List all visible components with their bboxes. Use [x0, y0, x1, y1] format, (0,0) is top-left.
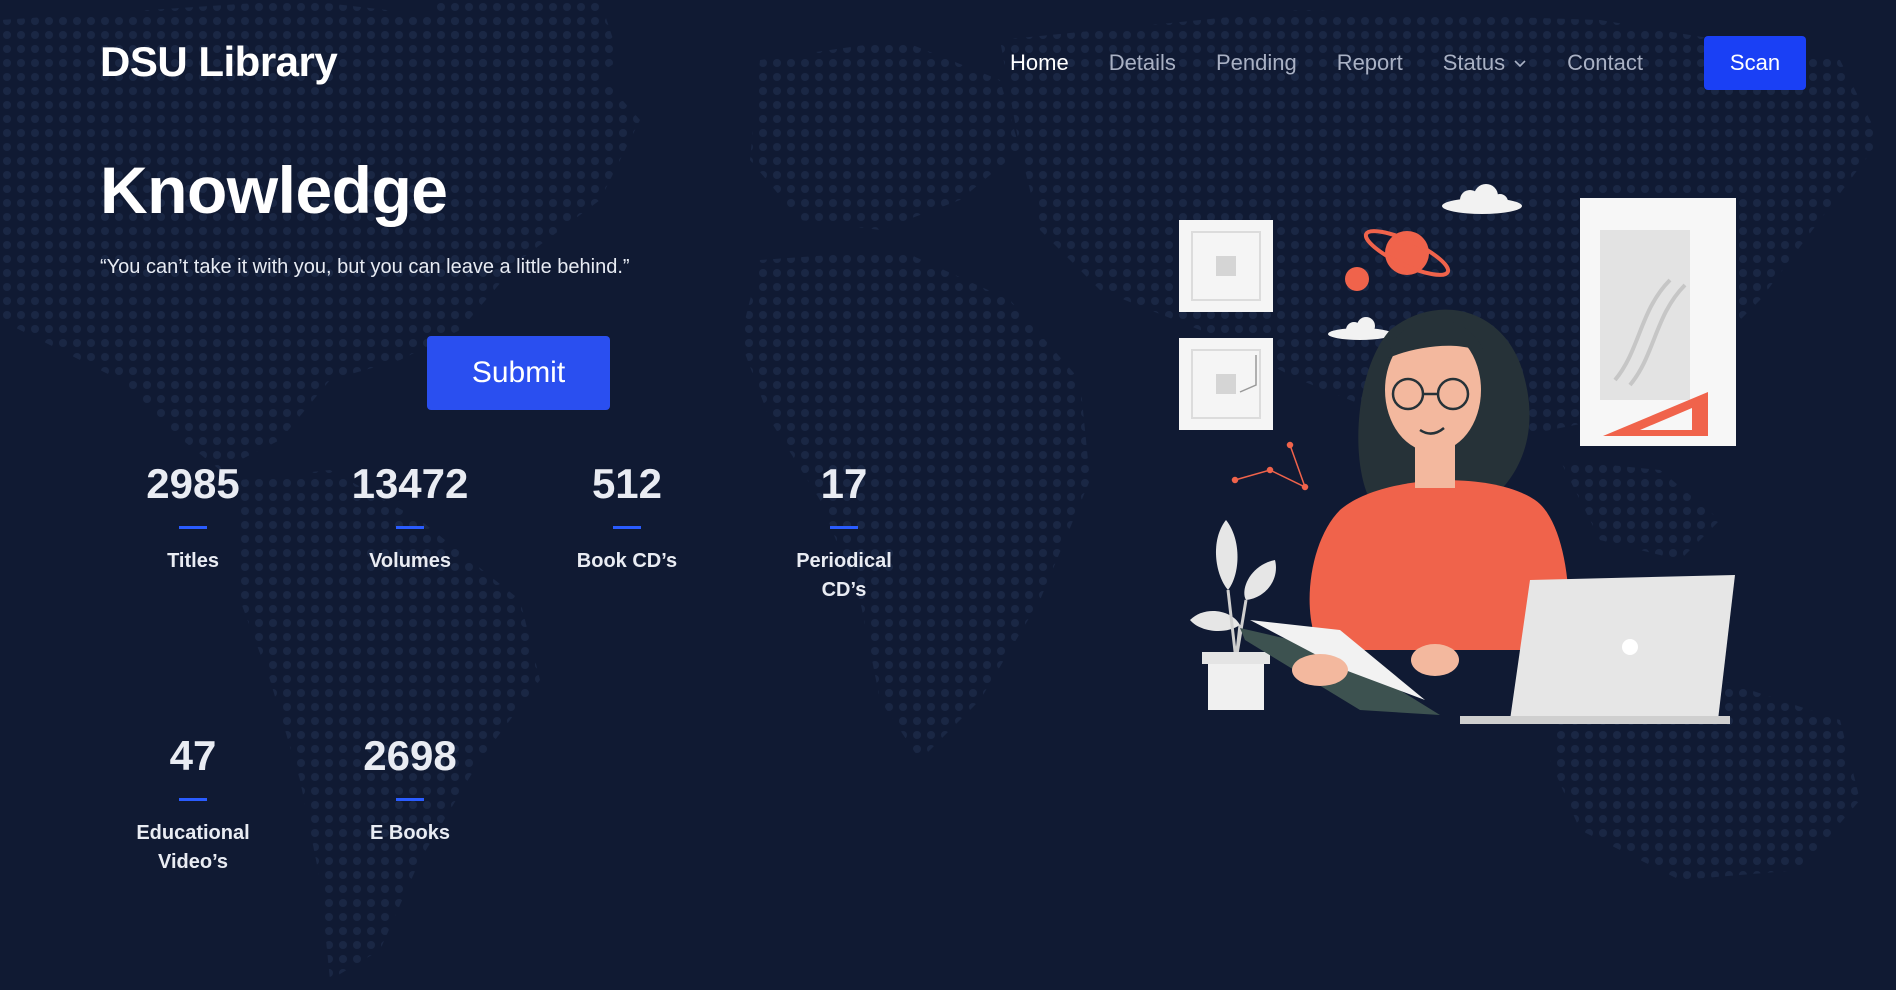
stat-value: 2698	[363, 732, 457, 779]
stat-periodical-cds: 17 Periodical CD’s	[754, 460, 934, 605]
stat-value: 17	[820, 460, 868, 507]
wall-frame-bottom-left	[1179, 338, 1273, 430]
stat-divider	[179, 798, 207, 801]
stat-educational-videos: 47 Educational Video’s	[103, 732, 283, 877]
stat-value: 512	[591, 460, 663, 507]
potted-plant	[1190, 520, 1276, 710]
stat-divider	[179, 526, 207, 529]
stat-volumes: 13472 Volumes	[320, 460, 500, 576]
hero-quote: “You can’t take it with you, but you can…	[100, 256, 630, 278]
stat-label: E Books	[369, 822, 451, 844]
stat-divider	[396, 526, 424, 529]
planet-saturn	[1345, 229, 1451, 291]
nav-contact[interactable]: Contact	[1567, 50, 1643, 76]
constellation	[1231, 441, 1309, 491]
nav-status-dropdown[interactable]: Status	[1443, 50, 1527, 76]
cloud-left	[1328, 317, 1392, 340]
wall-frame-right	[1580, 198, 1736, 446]
nav-report[interactable]: Report	[1337, 50, 1403, 76]
stat-value: 2985	[146, 460, 240, 507]
stat-divider	[613, 526, 641, 529]
wall-frame-top-left	[1179, 220, 1273, 312]
stat-ebooks: 2698 E Books	[320, 732, 500, 848]
submit-button[interactable]: Submit	[427, 336, 610, 410]
main-nav: Home Details Pending Report Status Conta…	[1010, 36, 1683, 90]
cloud-top	[1442, 184, 1522, 214]
hero-illustration	[1179, 184, 1736, 724]
scan-button[interactable]: Scan	[1704, 36, 1806, 90]
stat-book-cds: 512 Book CD’s	[537, 460, 717, 576]
nav-status-label: Status	[1442, 50, 1506, 75]
stat-label: Book CD’s	[576, 550, 678, 572]
hero-title: Knowledge	[100, 153, 448, 227]
stat-value: 47	[169, 732, 217, 779]
stat-label: Titles	[167, 550, 219, 572]
stat-divider	[396, 798, 424, 801]
stat-label: Periodical CD’s	[796, 550, 892, 601]
nav-home[interactable]: Home	[1010, 50, 1069, 76]
stat-label: Educational Video’s	[136, 822, 250, 873]
stat-divider	[830, 526, 858, 529]
brand-logo[interactable]: DSU Library	[100, 38, 338, 86]
stat-value: 13472	[351, 460, 469, 507]
stat-titles: 2985 Titles	[103, 460, 283, 576]
chevron-down-icon	[1514, 60, 1526, 68]
nav-details[interactable]: Details	[1109, 50, 1176, 76]
stat-label: Volumes	[369, 550, 451, 572]
nav-pending[interactable]: Pending	[1216, 50, 1297, 76]
